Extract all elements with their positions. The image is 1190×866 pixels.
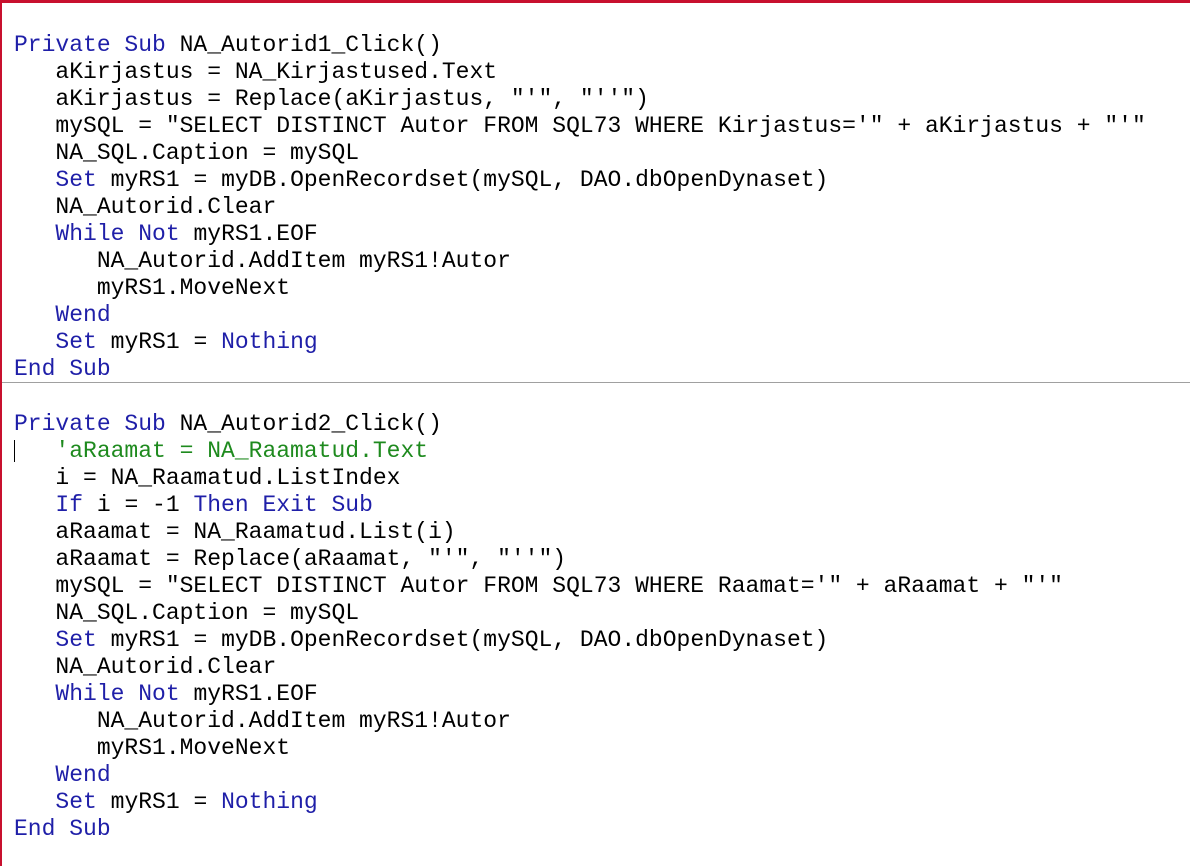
code-token: myRS1 = myDB.OpenRecordset(mySQL, DAO.db… bbox=[96, 167, 829, 193]
code-line[interactable]: mySQL = "SELECT DISTINCT Autor FROM SQL7… bbox=[14, 573, 1063, 600]
procedure-na-autorid1-click[interactable]: Private Sub NA_Autorid1_Click() aKirjast… bbox=[14, 32, 1146, 383]
code-line[interactable]: myRS1.MoveNext bbox=[14, 275, 1146, 302]
keyword-token: End Sub bbox=[14, 356, 111, 382]
code-line[interactable]: While Not myRS1.EOF bbox=[14, 221, 1146, 248]
keyword-token: Set bbox=[55, 627, 97, 653]
code-token: aKirjastus = NA_Kirjastused.Text bbox=[14, 59, 498, 85]
keyword-token: Then Exit Sub bbox=[193, 492, 373, 518]
code-token: myRS1 = bbox=[96, 789, 222, 815]
code-token: myRS1 = myDB.OpenRecordset(mySQL, DAO.db… bbox=[96, 627, 829, 653]
keyword-token: Set bbox=[55, 789, 97, 815]
code-line[interactable]: myRS1.MoveNext bbox=[14, 735, 1063, 762]
keyword-token: Set bbox=[55, 167, 97, 193]
code-line[interactable]: aKirjastus = NA_Kirjastused.Text bbox=[14, 59, 1146, 86]
procedure-separator bbox=[2, 382, 1190, 383]
keyword-token: While Not bbox=[55, 221, 180, 247]
code-line[interactable]: Set myRS1 = myDB.OpenRecordset(mySQL, DA… bbox=[14, 627, 1063, 654]
code-token: NA_Autorid.Clear bbox=[14, 654, 277, 680]
code-line[interactable]: Private Sub NA_Autorid2_Click() bbox=[14, 411, 1063, 438]
code-line[interactable]: aKirjastus = Replace(aKirjastus, "'", "'… bbox=[14, 86, 1146, 113]
code-line[interactable]: i = NA_Raamatud.ListIndex bbox=[14, 465, 1063, 492]
code-line[interactable]: NA_Autorid.Clear bbox=[14, 194, 1146, 221]
code-token: aRaamat = NA_Raamatud.List(i) bbox=[14, 519, 456, 545]
code-token: myRS1.MoveNext bbox=[14, 275, 291, 301]
code-line[interactable]: End Sub bbox=[14, 356, 1146, 383]
keyword-token: Wend bbox=[55, 762, 111, 788]
code-line[interactable]: NA_SQL.Caption = mySQL bbox=[14, 140, 1146, 167]
keyword-token: Private Sub bbox=[14, 411, 166, 437]
keyword-token: Set bbox=[55, 329, 97, 355]
window-left-border bbox=[0, 0, 2, 866]
code-line[interactable]: aRaamat = NA_Raamatud.List(i) bbox=[14, 519, 1063, 546]
code-line[interactable]: While Not myRS1.EOF bbox=[14, 681, 1063, 708]
code-line[interactable]: Wend bbox=[14, 302, 1146, 329]
comment-token: 'aRaamat = NA_Raamatud.Text bbox=[55, 438, 429, 464]
code-token: NA_Autorid.AddItem myRS1!Autor bbox=[14, 248, 511, 274]
procedure-na-autorid2-click[interactable]: Private Sub NA_Autorid2_Click() 'aRaamat… bbox=[14, 411, 1063, 843]
keyword-token: Nothing bbox=[221, 329, 318, 355]
code-token: mySQL = "SELECT DISTINCT Autor FROM SQL7… bbox=[14, 573, 1063, 599]
window-top-border bbox=[0, 0, 1190, 3]
code-line[interactable]: Set myRS1 = Nothing bbox=[14, 789, 1063, 816]
keyword-token: While Not bbox=[55, 681, 180, 707]
keyword-token: Wend bbox=[55, 302, 111, 328]
code-line[interactable]: If i = -1 Then Exit Sub bbox=[14, 492, 1063, 519]
keyword-token: If bbox=[55, 492, 84, 518]
code-editor[interactable]: Private Sub NA_Autorid1_Click() aKirjast… bbox=[0, 0, 1190, 866]
code-token: NA_Autorid1_Click() bbox=[165, 32, 442, 58]
code-line[interactable]: Wend bbox=[14, 762, 1063, 789]
keyword-token: Private Sub bbox=[14, 32, 166, 58]
code-line[interactable]: aRaamat = Replace(aRaamat, "'", "''") bbox=[14, 546, 1063, 573]
code-line[interactable]: NA_Autorid.AddItem myRS1!Autor bbox=[14, 708, 1063, 735]
code-line[interactable]: NA_Autorid.Clear bbox=[14, 654, 1063, 681]
code-line[interactable]: Set myRS1 = Nothing bbox=[14, 329, 1146, 356]
code-token: NA_Autorid2_Click() bbox=[165, 411, 442, 437]
code-token: mySQL = "SELECT DISTINCT Autor FROM SQL7… bbox=[14, 113, 1146, 139]
code-token: i = -1 bbox=[83, 492, 194, 518]
code-line[interactable]: NA_Autorid.AddItem myRS1!Autor bbox=[14, 248, 1146, 275]
code-line[interactable]: mySQL = "SELECT DISTINCT Autor FROM SQL7… bbox=[14, 113, 1146, 140]
code-line[interactable]: Private Sub NA_Autorid1_Click() bbox=[14, 32, 1146, 59]
code-token: myRS1.MoveNext bbox=[14, 735, 291, 761]
code-token: myRS1 = bbox=[96, 329, 222, 355]
code-token: NA_Autorid.AddItem myRS1!Autor bbox=[14, 708, 511, 734]
code-token: i = NA_Raamatud.ListIndex bbox=[14, 465, 401, 491]
code-token: NA_Autorid.Clear bbox=[14, 194, 277, 220]
code-token: aRaamat = Replace(aRaamat, "'", "''") bbox=[14, 546, 567, 572]
code-line[interactable]: 'aRaamat = NA_Raamatud.Text bbox=[14, 438, 1063, 465]
code-token: aKirjastus = Replace(aKirjastus, "'", "'… bbox=[14, 86, 649, 112]
keyword-token: Nothing bbox=[221, 789, 318, 815]
keyword-token: End Sub bbox=[14, 816, 111, 842]
code-line[interactable]: Set myRS1 = myDB.OpenRecordset(mySQL, DA… bbox=[14, 167, 1146, 194]
code-token: NA_SQL.Caption = mySQL bbox=[14, 600, 360, 626]
code-token: myRS1.EOF bbox=[179, 221, 318, 247]
code-token: NA_SQL.Caption = mySQL bbox=[14, 140, 360, 166]
code-line[interactable]: NA_SQL.Caption = mySQL bbox=[14, 600, 1063, 627]
code-token: myRS1.EOF bbox=[179, 681, 318, 707]
code-line[interactable]: End Sub bbox=[14, 816, 1063, 843]
